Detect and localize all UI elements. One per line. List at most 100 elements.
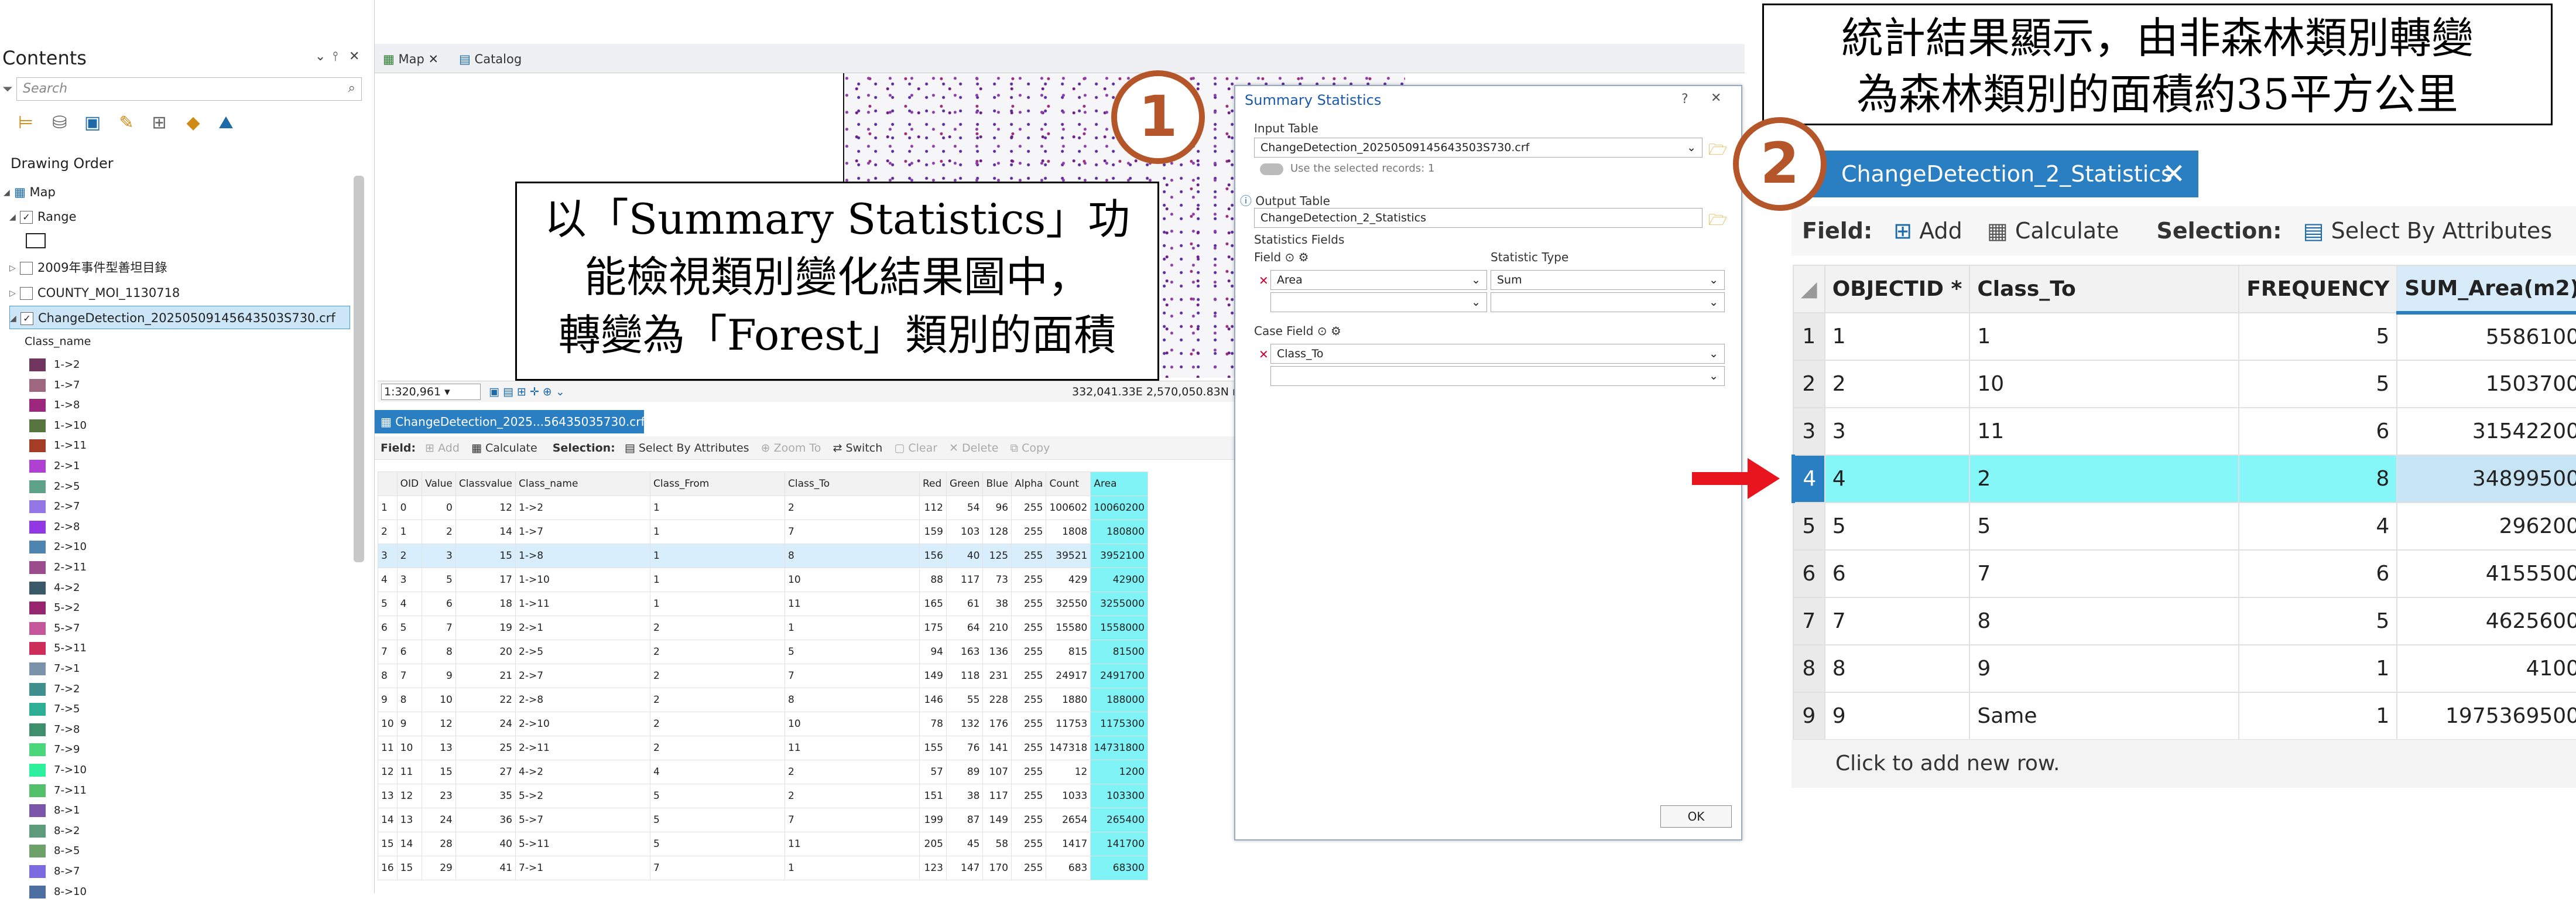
table-cell[interactable]: 10 [785,712,920,736]
legend-item[interactable]: 2->10 [0,537,87,557]
table-row[interactable]: 2 2 10 5 1503700 [1793,360,2576,408]
table-cell[interactable]: 57 [919,760,947,784]
case-field-select[interactable]: Class_To ⌄ [1270,344,1725,364]
close-icon[interactable]: ✕ [1711,91,1721,105]
legend-item[interactable]: 7->8 [0,720,80,740]
table-cell[interactable]: 265400 [1090,808,1148,832]
column-header[interactable]: SUM_Area(m2) [2396,265,2576,315]
column-header[interactable]: Blue [982,472,1012,496]
table-cell[interactable]: 5 [396,616,423,640]
table-cell[interactable]: 255 [1011,616,1047,640]
table-cell[interactable]: 23 [422,784,456,808]
table-cell[interactable]: 7 [422,616,456,640]
table-row[interactable]: 1 1 1 5 5586100 [1793,312,2576,361]
gear-icon[interactable]: ⚙ [1331,324,1341,338]
table-cell[interactable]: 2 [650,616,785,640]
table-cell[interactable]: 76 [946,736,984,760]
table-cell[interactable]: 117 [982,784,1012,808]
expand-icon[interactable]: ◢ [4,181,14,204]
table-cell[interactable]: 1880 [1046,688,1091,712]
table-cell[interactable]: 3255000 [1090,592,1148,616]
table-row[interactable]: 12 11 15 27 4->2 4 2 57 89 107 255 12 1200 [378,760,1148,784]
table-cell[interactable]: 21 [455,664,516,688]
expand-icon[interactable]: ◢ [10,307,20,330]
table-cell[interactable]: 255 [1011,856,1047,880]
table-cell[interactable]: 89 [946,760,984,784]
layer-checkbox[interactable]: ✓ [20,211,33,224]
table-cell[interactable]: 2 [1969,455,2240,503]
legend-item[interactable]: 8->2 [0,821,80,841]
legend-item[interactable]: 1->11 [0,436,87,456]
statistic-field-select[interactable]: Area ⌄ [1270,270,1487,290]
table-cell[interactable]: 14731800 [1090,736,1148,760]
table-cell[interactable]: 9 [1969,644,2240,693]
row-number[interactable]: 3 [378,544,398,568]
input-table-field[interactable]: ChangeDetection_20250509145643503S730.cr… [1254,138,1703,158]
table-row[interactable]: 11 10 13 25 2->11 2 11 155 76 141 255 147318 1473180… [378,736,1148,760]
table-cell[interactable]: 255 [1011,664,1047,688]
chevron-down-icon[interactable]: ⌄ [1471,271,1481,289]
clear-button[interactable]: ▢ Clear [894,442,937,455]
chevron-down-icon[interactable]: ⌄ [315,49,326,64]
chevron-down-icon[interactable]: ⌄ [1709,367,1718,385]
table-row[interactable]: 16 15 29 41 7->1 7 1 123 147 170 255 683 68300 [378,856,1148,880]
row-number[interactable]: 5 [1793,502,1825,551]
legend-item[interactable]: 5->7 [0,619,80,638]
expand-icon[interactable]: ◢ [9,206,20,229]
table-cell[interactable]: 12 [422,712,456,736]
list-by-editing-icon[interactable]: ✎ [115,111,138,135]
table-cell[interactable]: 11 [785,736,920,760]
table-cell[interactable]: 36 [455,808,516,832]
layer-range[interactable]: ◢ ✓ Range [9,205,77,228]
table-cell[interactable]: 15 [422,760,456,784]
legend-item[interactable]: 7->9 [0,740,80,760]
table-cell[interactable]: 64 [946,616,984,640]
table-row[interactable]: 9 8 10 22 2->8 2 8 146 55 228 255 1880 188000 [378,688,1148,712]
table-cell[interactable]: 147318 [1046,736,1091,760]
table-cell[interactable]: 4 [650,760,785,784]
list-by-labeling-icon[interactable]: ◆ [181,111,205,135]
table-cell[interactable]: 0 [396,496,423,520]
table-cell[interactable]: 141 [982,736,1012,760]
table-cell[interactable]: 32550 [1046,592,1091,616]
table-cell[interactable]: 5 [1969,502,2240,551]
remove-row-icon[interactable]: ✕ [1259,347,1269,361]
legend-item[interactable]: 8->10 [0,882,87,902]
table-cell[interactable]: 1200 [1090,760,1148,784]
row-number[interactable]: 10 [378,712,398,736]
table-cell[interactable]: 5->7 [515,808,650,832]
table-cell[interactable]: 1->10 [515,568,650,592]
attribute-table-tab[interactable]: ▦ ChangeDetection_2025...56435035730.crf… [375,410,659,433]
chevron-down-icon[interactable]: ⌄ [1687,138,1696,157]
table-cell[interactable]: 156 [919,544,947,568]
table-cell[interactable]: 5 [2238,360,2398,408]
table-cell[interactable]: 5 [2238,597,2398,645]
table-cell[interactable]: 2 [422,520,456,544]
table-cell[interactable]: 20 [455,640,516,664]
add-field-button[interactable]: ⊞ Add [425,442,460,455]
table-cell[interactable]: 39521 [1046,544,1091,568]
row-number[interactable]: 7 [1793,597,1825,645]
table-cell[interactable]: 2 [650,640,785,664]
table-cell[interactable]: 6 [1824,549,1971,598]
table-cell[interactable]: 2 [650,688,785,712]
table-cell[interactable]: 5 [650,784,785,808]
list-by-selection-icon[interactable]: ▣ [81,111,104,135]
column-header[interactable]: Class_To [1969,265,2240,313]
statistic-type-empty[interactable]: ⌄ [1491,292,1725,312]
row-number[interactable]: 15 [378,832,398,856]
table-cell[interactable]: 2->8 [515,688,650,712]
table-cell[interactable]: 40 [946,544,984,568]
calculate-button[interactable]: ▦ Calculate [471,442,537,455]
table-cell[interactable]: 15 [455,544,516,568]
table-cell[interactable]: 4100 [2396,644,2576,693]
table-cell[interactable]: 1417 [1046,832,1091,856]
table-cell[interactable]: 5 [2238,312,2398,361]
table-cell[interactable]: 180800 [1090,520,1148,544]
tab-map[interactable]: ▦ Map ✕ [383,49,439,70]
table-cell[interactable]: 147 [946,856,984,880]
table-row[interactable]: 8 8 9 1 4100 [1793,644,2576,693]
table-cell[interactable]: 7 [785,520,920,544]
add-new-row[interactable]: Click to add new row. [1791,740,2576,788]
statistic-type-select[interactable]: Sum ⌄ [1491,270,1725,290]
